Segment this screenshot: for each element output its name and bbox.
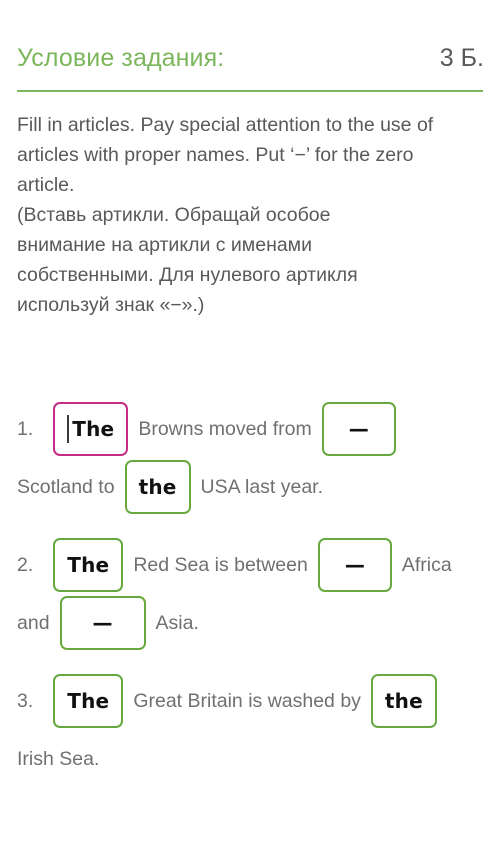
question-row: 2. The Red Sea is between — Africa bbox=[17, 536, 487, 594]
answer-value: — bbox=[348, 417, 369, 441]
question-text: USA last year. bbox=[200, 475, 324, 498]
question-row: 1. The Browns moved from — bbox=[17, 400, 487, 458]
page-title: Условие задания: bbox=[17, 44, 225, 72]
question-text: and bbox=[17, 611, 50, 634]
instruction-russian: (Вставь артикли. Обращай особое внимание… bbox=[17, 204, 358, 316]
instruction-english: Fill in articles. Pay special attention … bbox=[17, 114, 434, 196]
answer-input-2-2[interactable]: — bbox=[317, 538, 392, 592]
question-text: Browns moved from bbox=[138, 417, 312, 440]
question-text: Africa bbox=[401, 553, 452, 576]
answer-value: The bbox=[67, 689, 110, 713]
answer-input-1-1[interactable]: The bbox=[53, 402, 129, 456]
answer-input-1-3[interactable]: the bbox=[124, 460, 191, 514]
answer-input-2-1[interactable]: The bbox=[53, 538, 124, 592]
question-number: 1. bbox=[17, 417, 34, 440]
question-number: 2. bbox=[17, 553, 34, 576]
answer-value: the bbox=[384, 689, 423, 713]
answer-value: the bbox=[138, 475, 177, 499]
question-text: Red Sea is between bbox=[133, 553, 308, 576]
header-divider bbox=[17, 90, 483, 92]
answer-value: — bbox=[344, 553, 365, 577]
answer-input-3-2[interactable]: the bbox=[370, 674, 437, 728]
question-text: Irish Sea. bbox=[17, 747, 100, 770]
answer-input-3-1[interactable]: The bbox=[53, 674, 124, 728]
question-text: Scotland to bbox=[17, 475, 115, 498]
question-row: 3. The Great Britain is washed by the bbox=[17, 672, 487, 730]
question-number: 3. bbox=[17, 689, 34, 712]
answer-input-1-2[interactable]: — bbox=[321, 402, 396, 456]
text-caret bbox=[67, 415, 70, 443]
questions-list: 1. The Browns moved from — Scotland to t… bbox=[17, 400, 487, 788]
answer-input-2-3[interactable]: — bbox=[59, 596, 146, 650]
task-instructions: Fill in articles. Pay special attention … bbox=[17, 110, 485, 320]
header-row: Условие задания: 3 Б. bbox=[17, 44, 484, 73]
question-text: Great Britain is washed by bbox=[133, 689, 361, 712]
question-row-continued: Scotland to the USA last year. bbox=[17, 458, 487, 516]
question-text: Asia. bbox=[155, 611, 199, 634]
answer-value: The bbox=[67, 553, 110, 577]
task-header: Условие задания: 3 Б. bbox=[0, 0, 500, 92]
answer-value: — bbox=[92, 611, 113, 635]
score-badge: 3 Б. bbox=[439, 44, 484, 72]
question-row-continued: Irish Sea. bbox=[17, 730, 487, 788]
answer-value: The bbox=[72, 417, 115, 441]
question-row-continued: and — Asia. bbox=[17, 594, 487, 652]
